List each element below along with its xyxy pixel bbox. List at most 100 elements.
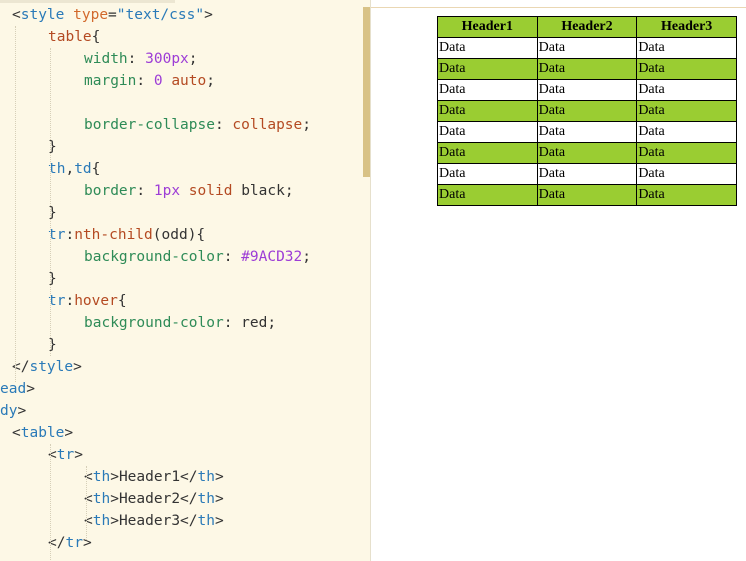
code-token: < xyxy=(12,425,21,441)
indent-guide xyxy=(50,48,51,356)
code-token: </ xyxy=(180,491,198,507)
code-line: dy> xyxy=(0,400,26,422)
code-token: 300px xyxy=(145,51,189,67)
code-token: border-collapse xyxy=(84,117,215,133)
code-token: th xyxy=(92,469,111,485)
code-line: tr:nth-child(odd){ xyxy=(48,224,205,246)
code-token: "text/css" xyxy=(116,7,205,23)
code-token: > xyxy=(82,535,92,551)
code-token: > xyxy=(17,403,27,419)
indent-guide xyxy=(15,26,16,382)
code-token: { xyxy=(91,161,101,177)
code-line: background-color: red; xyxy=(84,312,276,334)
code-token: > xyxy=(110,491,119,507)
code-token: > xyxy=(64,425,74,441)
code-token: ; xyxy=(188,51,198,67)
code-token: 0 xyxy=(153,73,163,89)
code-token: black xyxy=(241,183,285,199)
code-line: <th>Header3</th> xyxy=(84,510,224,532)
code-token: </ xyxy=(180,469,198,485)
table-cell: Data xyxy=(536,121,638,143)
code-token: width xyxy=(84,51,128,67)
editor-scrollbar[interactable] xyxy=(363,7,370,177)
table-body: Data Data Data Data Data Data Data Data Data Data… xyxy=(437,37,737,206)
code-line: margin: 0 auto; xyxy=(84,70,215,92)
table-cell: Data xyxy=(437,37,538,59)
code-line: <th>Header2</th> xyxy=(84,488,224,510)
code-token: > xyxy=(26,381,35,397)
header-cell: Header2 xyxy=(536,16,638,38)
header-row[interactable]: Header1 Header2 Header3 xyxy=(437,16,737,38)
code-editor[interactable]: <style type="text/css"> table{width: 300p… xyxy=(0,0,370,561)
code-token: th xyxy=(197,513,215,529)
code-token: dy xyxy=(0,403,18,419)
table-row[interactable]: Data Data Data xyxy=(437,163,737,185)
table-row[interactable]: Data Data Data xyxy=(437,100,737,122)
code-line: th,td{ xyxy=(48,158,100,180)
table-cell: Data xyxy=(636,142,737,164)
table-cell: Data xyxy=(536,79,638,101)
code-token: table xyxy=(48,29,92,45)
table-cell: Data xyxy=(437,58,538,80)
code-token: , xyxy=(65,161,75,177)
code-token: border xyxy=(84,183,137,199)
table-row[interactable]: Data Data Data xyxy=(437,37,737,59)
code-line: width: 300px; xyxy=(84,48,198,70)
code-token: : xyxy=(214,117,233,133)
code-token: : xyxy=(223,315,242,331)
table-cell: Data xyxy=(636,37,737,59)
table-row[interactable]: Data Data Data xyxy=(437,184,737,206)
code-line: table{ xyxy=(48,26,100,48)
code-token: ; xyxy=(302,117,311,133)
table-cell: Data xyxy=(636,58,737,80)
table-row[interactable]: Data Data Data xyxy=(437,79,737,101)
preview-top-border xyxy=(371,7,746,8)
table-cell: Data xyxy=(536,163,638,185)
code-token: = xyxy=(108,7,117,23)
code-token: Header2 xyxy=(118,491,181,507)
code-token: hover xyxy=(74,293,118,309)
code-token: ; xyxy=(284,183,294,199)
code-token: > xyxy=(214,513,224,529)
table-cell: Data xyxy=(437,142,538,164)
code-token: tr xyxy=(56,447,75,463)
code-token: (odd){ xyxy=(152,227,206,243)
table-cell: Data xyxy=(636,163,737,185)
code-token: { xyxy=(117,293,127,309)
code-token: : xyxy=(136,183,154,199)
code-token: < xyxy=(12,7,21,23)
table-row[interactable]: Data Data Data xyxy=(437,121,737,143)
code-token: margin xyxy=(84,73,137,89)
code-token: > xyxy=(110,469,119,485)
code-token: th xyxy=(197,469,215,485)
code-token: 1px xyxy=(153,183,181,199)
code-token: : xyxy=(223,249,242,265)
code-line: background-color: #9ACD32; xyxy=(84,246,311,268)
code-token: ead xyxy=(0,381,27,397)
code-token: style xyxy=(20,7,65,23)
code-token: style xyxy=(29,359,74,375)
table-cell: Data xyxy=(437,79,538,101)
code-token: auto xyxy=(171,73,207,89)
code-token: ; xyxy=(206,73,215,89)
code-token: : xyxy=(127,51,146,67)
code-token: #9ACD32 xyxy=(241,249,303,265)
code-token: </ xyxy=(180,513,198,529)
code-token: collapse xyxy=(232,117,303,133)
table-cell: Data xyxy=(437,100,538,122)
code-token: Header1 xyxy=(118,469,181,485)
table-cell: Data xyxy=(536,100,638,122)
code-line: border-collapse: collapse; xyxy=(84,114,311,136)
table-row[interactable]: Data Data Data xyxy=(437,142,737,164)
table-row[interactable]: Data Data Data xyxy=(437,58,737,80)
code-line: <table> xyxy=(12,422,73,444)
code-line: </style> xyxy=(12,356,82,378)
code-token: th xyxy=(197,491,215,507)
header-cell: Header1 xyxy=(437,16,538,38)
editor-top-strip xyxy=(0,0,175,3)
code-token: > xyxy=(110,513,119,529)
table-cell: Data xyxy=(636,79,737,101)
code-token: th xyxy=(92,491,111,507)
